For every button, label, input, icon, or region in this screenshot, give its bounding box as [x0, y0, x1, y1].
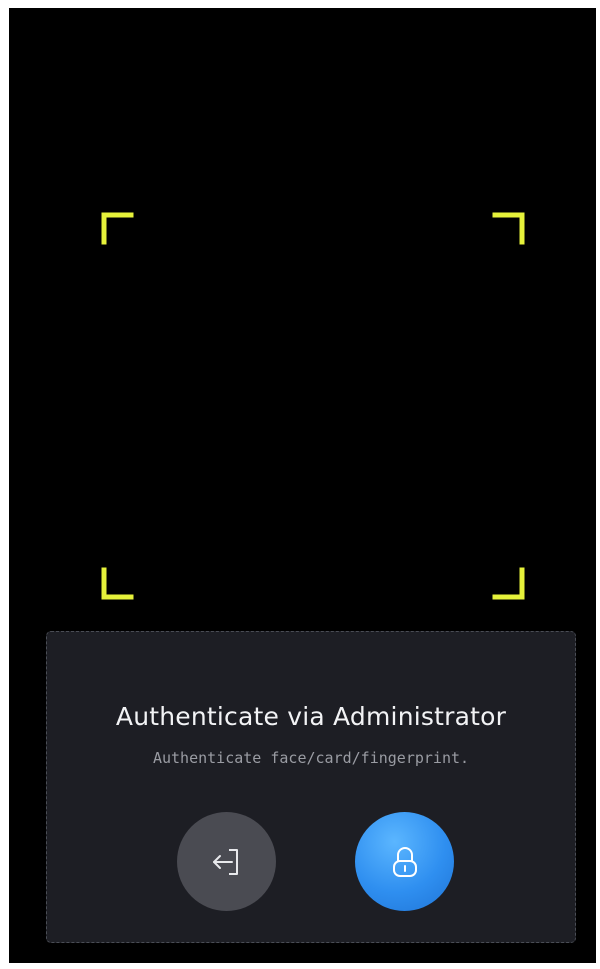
panel-subtitle: Authenticate face/card/fingerprint. [152, 749, 470, 767]
scan-frame-corner-bottom-left [100, 567, 134, 601]
panel-title: Authenticate via Administrator [115, 702, 507, 731]
auth-panel: Authenticate via Administrator Authentic… [46, 631, 576, 943]
auth-screen: Authenticate via Administrator Authentic… [9, 8, 596, 963]
exit-button[interactable] [177, 812, 276, 911]
exit-arrow-icon [212, 848, 238, 875]
scan-frame-corner-top-right [492, 211, 526, 245]
unlock-padlock-icon [392, 846, 417, 877]
unlock-button[interactable] [355, 812, 454, 911]
scan-frame-corner-top-left [100, 211, 134, 245]
scan-frame-corner-bottom-right [492, 567, 526, 601]
